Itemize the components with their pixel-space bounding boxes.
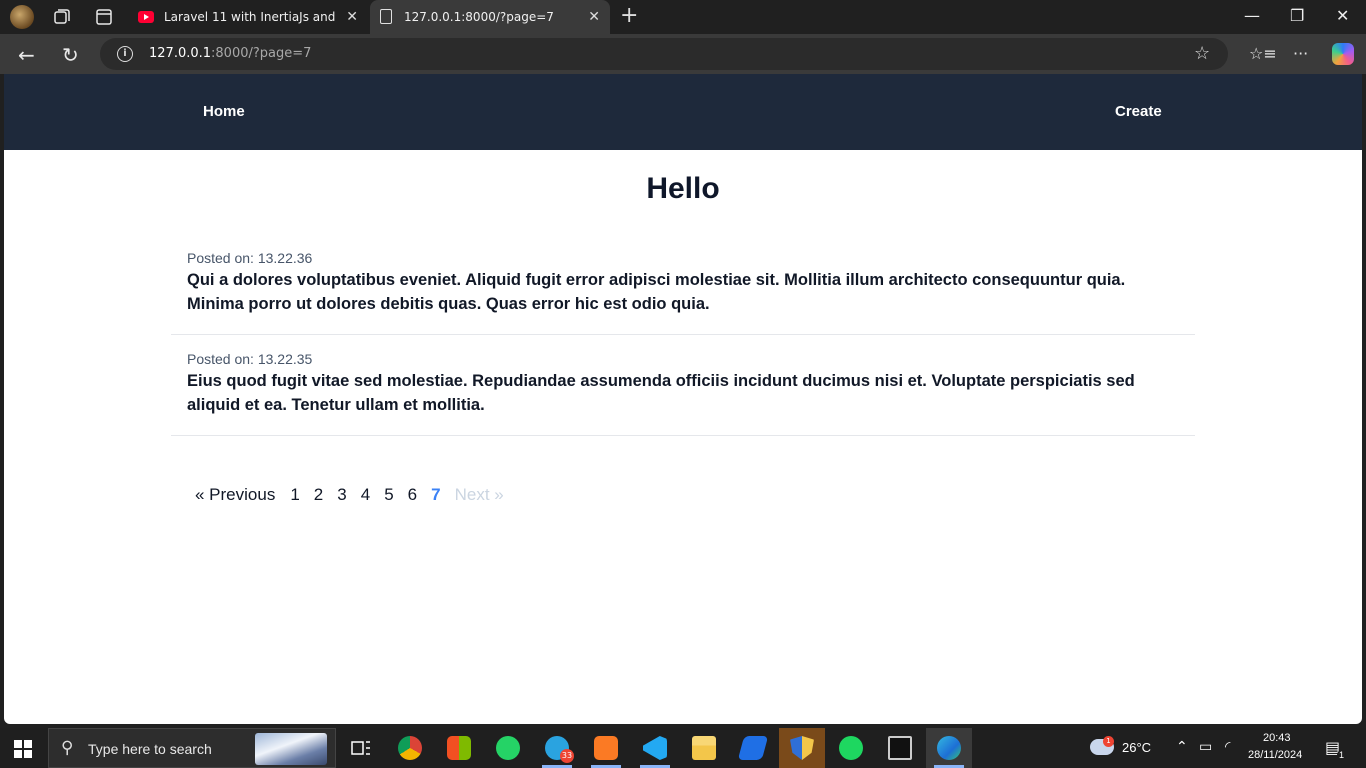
pagination-page-6[interactable]: 6 (408, 485, 417, 505)
security-shield-icon[interactable] (779, 728, 825, 768)
pagination-page-3[interactable]: 3 (337, 485, 346, 505)
refresh-icon[interactable]: ↻ (62, 43, 79, 67)
address-bar[interactable]: i 127.0.0.1:8000/?page=7 ☆ (100, 38, 1228, 70)
xampp-icon[interactable] (583, 728, 629, 768)
search-placeholder: Type here to search (88, 741, 212, 757)
telegram-icon[interactable]: 33 (534, 728, 580, 768)
close-tab-icon[interactable]: ✕ (588, 9, 600, 25)
file-explorer-icon[interactable] (681, 728, 727, 768)
pagination-page-4[interactable]: 4 (361, 485, 370, 505)
favorite-star-icon[interactable]: ☆ (1194, 43, 1210, 64)
youtube-icon (138, 11, 154, 23)
minimize-icon[interactable]: — (1244, 6, 1260, 25)
post-date: Posted on: 13.22.36 (187, 250, 313, 266)
pagination-page-1[interactable]: 1 (290, 485, 299, 505)
new-tab-icon[interactable]: + (620, 3, 638, 28)
post-body: Eius quod fugit vitae sed molestiae. Rep… (187, 372, 1135, 414)
post-item: Posted on: 13.22.36 Qui a dolores volupt… (171, 250, 1195, 335)
url-host: 127.0.0.1 (149, 46, 212, 61)
telegram-unread-badge: 33 (560, 749, 574, 763)
edge-icon[interactable] (926, 728, 972, 768)
microsoft-store-icon[interactable] (436, 728, 482, 768)
post-item: Posted on: 13.22.35 Eius quod fugit vita… (171, 351, 1195, 436)
copilot-icon[interactable] (1332, 43, 1354, 65)
search-icon: ⚲ (61, 738, 74, 758)
close-tab-icon[interactable]: ✕ (346, 9, 358, 25)
page-title: Hello (646, 172, 720, 205)
tab-title: 127.0.0.1:8000/?page=7 (404, 10, 554, 24)
chevron-up-icon[interactable]: ⌃ (1176, 739, 1188, 755)
wifi-icon[interactable]: ◜ (1225, 739, 1230, 755)
tab-localhost[interactable]: 127.0.0.1:8000/?page=7 ✕ (370, 0, 610, 34)
address-toolbar: ← ↻ i 127.0.0.1:8000/?page=7 ☆ ☆≡ ··· (0, 34, 1366, 74)
site-info-icon[interactable]: i (117, 46, 133, 62)
battery-icon[interactable]: ▭ (1199, 739, 1212, 755)
site-navbar: Home Create (4, 74, 1362, 150)
profile-avatar[interactable] (10, 5, 34, 29)
pagination-page-current: 7 (431, 485, 441, 504)
pagination-page-5[interactable]: 5 (384, 485, 393, 505)
taskbar-search-box[interactable]: ⚲ Type here to search (48, 728, 336, 768)
post-body: Qui a dolores voluptatibus eveniet. Aliq… (187, 271, 1126, 313)
page-icon (380, 9, 392, 24)
weather-badge: 1 (1103, 736, 1114, 747)
post-date: Posted on: 13.22.35 (187, 351, 313, 367)
vscode-icon[interactable] (632, 728, 678, 768)
clock-date[interactable]: 28/11/2024 (1248, 749, 1302, 761)
workspaces-icon[interactable] (52, 7, 72, 27)
notification-count: 1 (1337, 750, 1347, 760)
whatsapp-icon[interactable] (485, 728, 531, 768)
spotify-icon[interactable] (828, 728, 874, 768)
url-text[interactable]: 127.0.0.1:8000/?page=7 (149, 46, 311, 61)
more-menu-icon[interactable]: ··· (1293, 44, 1308, 63)
page-viewport: Home Create Hello Posted on: 13.22.36 Qu… (4, 74, 1362, 724)
search-highlight-image (255, 733, 327, 765)
tab-actions-icon[interactable] (94, 7, 114, 27)
restore-icon[interactable]: ❐ (1290, 6, 1304, 25)
tab-title: Laravel 11 with InertiaJs and React (164, 10, 338, 24)
remote-app-icon[interactable] (730, 728, 776, 768)
pagination-previous-link[interactable]: « Previous (195, 485, 275, 505)
chrome-icon[interactable] (387, 728, 433, 768)
back-arrow-icon[interactable]: ← (18, 43, 35, 67)
browser-tab-bar: Laravel 11 with InertiaJs and React ✕ 12… (0, 0, 1366, 34)
favorites-icon[interactable]: ☆≡ (1249, 44, 1277, 63)
task-view-icon[interactable] (338, 728, 384, 768)
close-window-icon[interactable]: ✕ (1336, 6, 1349, 25)
terminal-icon[interactable] (877, 728, 923, 768)
windows-taskbar: ⚲ Type here to search 33 1 26°C ⌃ ▭ ◜ 20… (0, 728, 1366, 768)
temperature[interactable]: 26°C (1122, 740, 1151, 755)
pagination-page-2[interactable]: 2 (314, 485, 323, 505)
windows-start-icon[interactable] (14, 740, 32, 758)
clock-time[interactable]: 20:43 (1263, 732, 1291, 744)
tab-laravel-video[interactable]: Laravel 11 with InertiaJs and React ✕ (130, 0, 368, 34)
url-path: :8000/?page=7 (211, 46, 312, 61)
nav-create-link[interactable]: Create (1115, 103, 1162, 120)
pagination: « Previous 1 2 3 4 5 6 7 Next » (195, 485, 518, 505)
nav-home-link[interactable]: Home (203, 103, 245, 120)
pagination-next-link: Next » (454, 485, 504, 504)
